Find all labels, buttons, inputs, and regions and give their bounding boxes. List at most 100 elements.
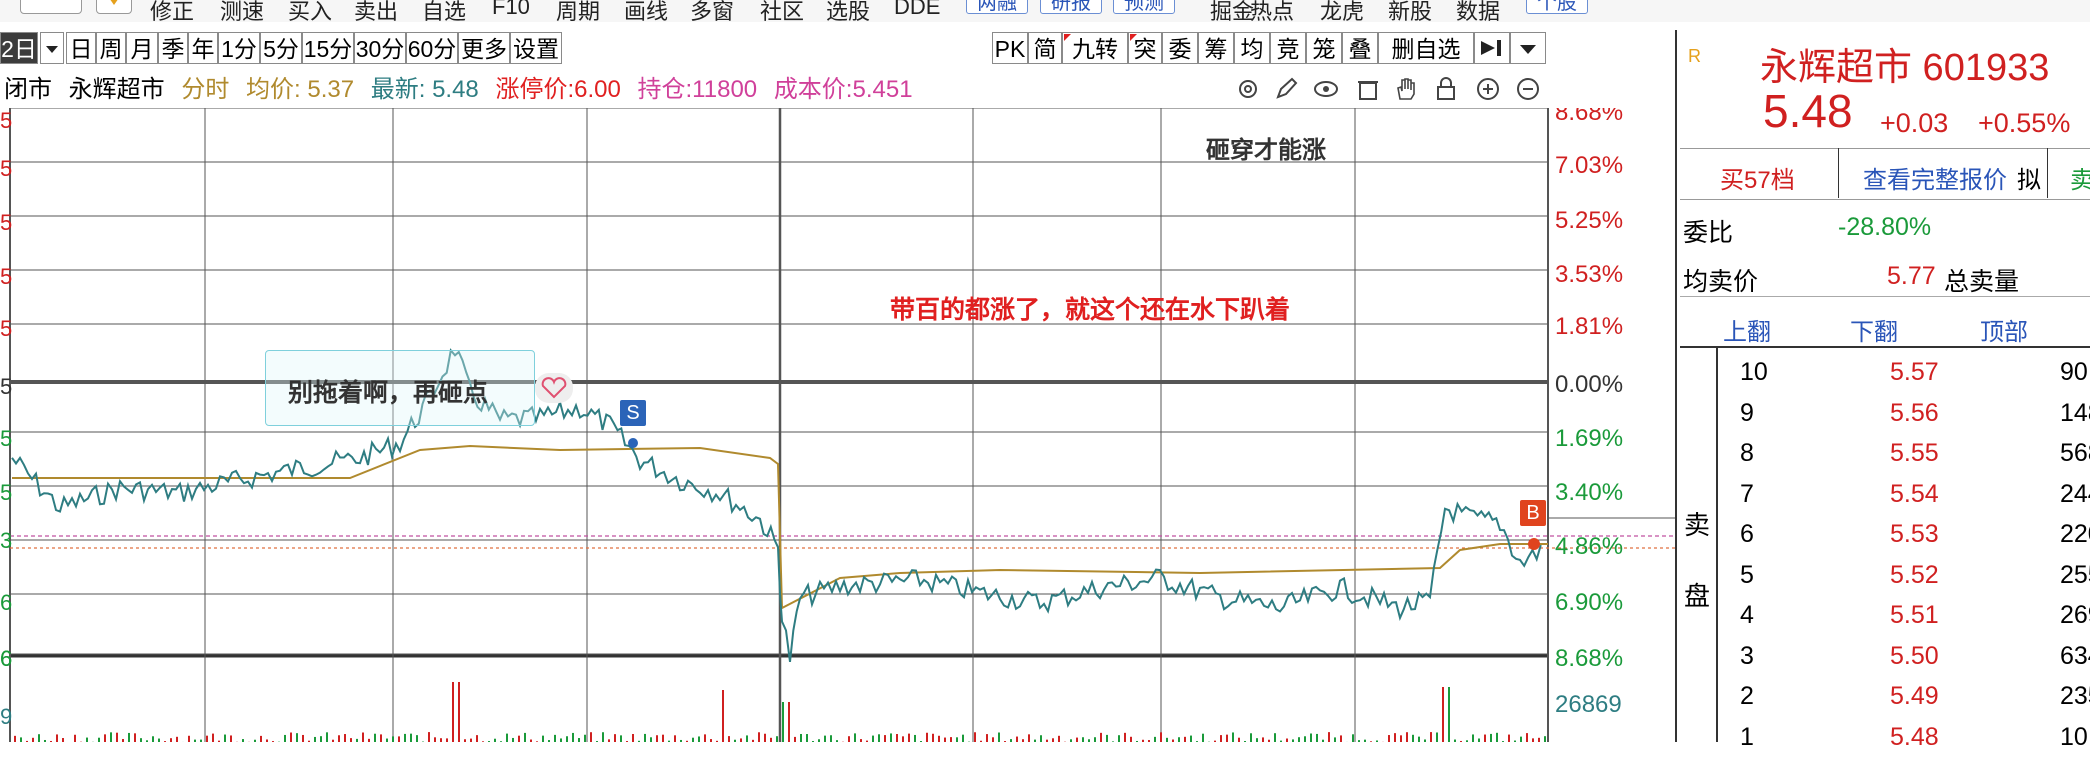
- volume-bar: [392, 736, 394, 742]
- zoom-out-icon[interactable]: [1515, 76, 1541, 102]
- forecast-button[interactable]: 预测: [1113, 0, 1175, 14]
- tab-buy57[interactable]: 买57档: [1720, 160, 1795, 195]
- volume-bar: [794, 737, 796, 742]
- menu-item-data[interactable]: 数据: [1456, 0, 1500, 22]
- hand-icon[interactable]: [1393, 76, 1419, 102]
- trash-icon[interactable]: [1355, 76, 1381, 102]
- volume-bar: [38, 734, 40, 742]
- order-book-row[interactable]: 75.54244: [1740, 474, 2090, 514]
- eye-icon[interactable]: [1313, 76, 1339, 102]
- period-settings[interactable]: 设置: [510, 32, 562, 64]
- indicator-overlay[interactable]: 叠: [1342, 32, 1378, 64]
- indicator-simple[interactable]: 简: [1028, 32, 1062, 64]
- zoom-in-icon[interactable]: [1475, 76, 1501, 102]
- indicator-chips[interactable]: 筹: [1198, 32, 1234, 64]
- period-30min[interactable]: 30分: [354, 32, 406, 64]
- period-day[interactable]: 日: [66, 32, 96, 64]
- menu-item-sell[interactable]: 卖出: [354, 0, 398, 22]
- tab-sim[interactable]: 拟: [2017, 160, 2041, 195]
- volume-bar: [1430, 732, 1432, 742]
- volume-bar: [890, 733, 892, 742]
- collapse-icon[interactable]: [1474, 32, 1510, 64]
- menu-item-draw[interactable]: 画线: [624, 0, 668, 22]
- back-button[interactable]: [20, 0, 82, 14]
- lock-icon[interactable]: [1433, 76, 1459, 102]
- volume-bar: [776, 736, 778, 742]
- tab-sell[interactable]: 卖: [2070, 160, 2090, 195]
- remove-watchlist-button[interactable]: 删自选: [1378, 32, 1474, 64]
- volume-bar: [1316, 734, 1318, 742]
- volume-bar: [1052, 738, 1054, 742]
- pen-icon[interactable]: [1273, 76, 1299, 102]
- like-heart-icon[interactable]: [535, 373, 573, 403]
- research-button[interactable]: 研报: [1040, 0, 1102, 14]
- volume-bar: [320, 736, 322, 742]
- period-60min[interactable]: 60分: [406, 32, 458, 64]
- period-5min[interactable]: 5分: [260, 32, 302, 64]
- latest-price: 最新: 5.48: [371, 76, 479, 103]
- indicator-pk[interactable]: PK: [992, 32, 1028, 64]
- buy-marker[interactable]: B: [1520, 500, 1546, 526]
- volume-bar: [566, 736, 568, 742]
- indicator-auction[interactable]: 竞: [1270, 32, 1306, 64]
- menu-item-period[interactable]: 周期: [556, 0, 600, 22]
- order-book-row[interactable]: 35.50634: [1740, 636, 2090, 676]
- margin-button[interactable]: 两融: [966, 0, 1028, 14]
- forward-icon[interactable]: [96, 0, 132, 14]
- menu-item-dragon[interactable]: 龙虎: [1320, 0, 1364, 22]
- order-book-row[interactable]: 15.4810: [1740, 717, 2090, 757]
- indicator-entrust[interactable]: 委: [1162, 32, 1198, 64]
- indicator-nine[interactable]: 九转: [1062, 32, 1128, 64]
- period-dropdown[interactable]: [40, 32, 64, 64]
- volume-bar: [380, 734, 382, 742]
- period-week[interactable]: 周: [96, 32, 126, 64]
- toolbar-dropdown[interactable]: [1510, 32, 1546, 64]
- order-book-row[interactable]: 25.49235: [1740, 676, 2090, 716]
- order-volume: 235: [2060, 676, 2090, 716]
- settings-gear-icon[interactable]: [1235, 76, 1261, 102]
- volume-bar: [1178, 737, 1180, 742]
- nav-page-down[interactable]: 下翻: [1850, 312, 1898, 347]
- order-book-row[interactable]: 85.55568: [1740, 433, 2090, 473]
- sell-marker[interactable]: S: [620, 400, 646, 426]
- menu-item-fix[interactable]: 修正: [150, 0, 194, 22]
- menu-item-watchlist[interactable]: 自选: [422, 0, 466, 22]
- stock-button[interactable]: 个股: [1526, 0, 1588, 14]
- order-book-row[interactable]: 65.53220: [1740, 514, 2090, 554]
- period-2day[interactable]: 2日: [0, 32, 38, 64]
- menu-item-ipo[interactable]: 新股: [1388, 0, 1432, 22]
- volume-bar: [1406, 732, 1408, 742]
- order-book-row[interactable]: 55.52255: [1740, 555, 2090, 595]
- volume-bar: [326, 732, 328, 742]
- menu-item-f10[interactable]: F10: [492, 0, 530, 20]
- nav-top[interactable]: 顶部: [1980, 312, 2028, 347]
- indicator-breakout[interactable]: 突: [1128, 32, 1162, 64]
- period-year[interactable]: 年: [188, 32, 218, 64]
- menu-item-hot[interactable]: 热点: [1250, 0, 1294, 22]
- menu-item-screener[interactable]: 选股: [826, 0, 870, 22]
- order-book-row[interactable]: 95.56148: [1740, 393, 2090, 433]
- menu-item-multiwindow[interactable]: 多窗: [690, 0, 734, 22]
- volume-bar: [230, 735, 232, 742]
- intraday-chart[interactable]: 8.68%7.03%5.25%3.53%1.81%0.00%1.69%3.40%…: [0, 108, 1680, 742]
- left-axis-fragment: 5: [0, 108, 12, 133]
- tab-full-quote[interactable]: 查看完整报价: [1863, 160, 2007, 195]
- menu-item-community[interactable]: 社区: [760, 0, 804, 22]
- period-more[interactable]: 更多: [458, 32, 510, 64]
- nav-page-up[interactable]: 上翻: [1723, 312, 1771, 347]
- menu-item-buy[interactable]: 买入: [288, 0, 332, 22]
- menu-item-dde[interactable]: DDE: [894, 0, 940, 20]
- indicator-average[interactable]: 均: [1234, 32, 1270, 64]
- period-month[interactable]: 月: [126, 32, 158, 64]
- volume-bar: [770, 738, 772, 742]
- period-quarter[interactable]: 季: [158, 32, 188, 64]
- menu-item-speed[interactable]: 测速: [220, 0, 264, 22]
- volume-bar: [1412, 735, 1414, 742]
- order-book-row[interactable]: 45.51269: [1740, 595, 2090, 635]
- indicator-cage[interactable]: 笼: [1306, 32, 1342, 64]
- period-1min[interactable]: 1分: [218, 32, 260, 64]
- order-book-row[interactable]: 105.5790: [1740, 352, 2090, 392]
- period-15min[interactable]: 15分: [302, 32, 354, 64]
- menu-item-dig[interactable]: 掘金: [1210, 0, 1254, 22]
- volume-bar: [1394, 733, 1396, 742]
